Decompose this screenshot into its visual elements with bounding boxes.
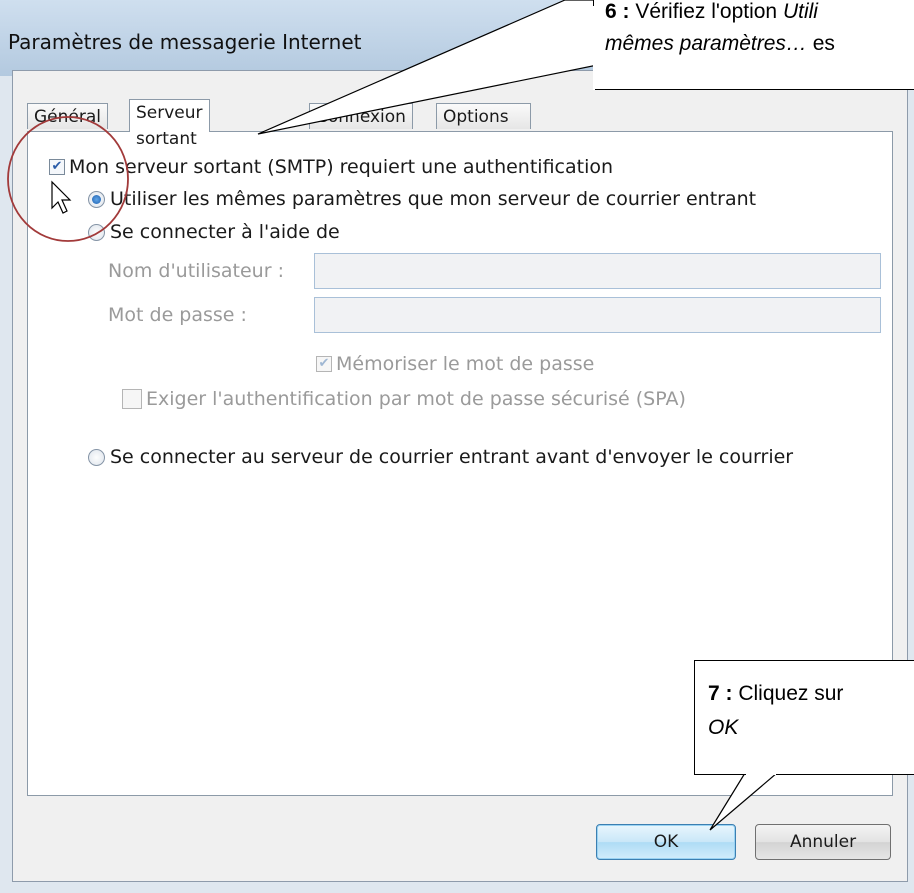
tab-outgoing-server[interactable]: Serveur sortant bbox=[129, 99, 210, 149]
